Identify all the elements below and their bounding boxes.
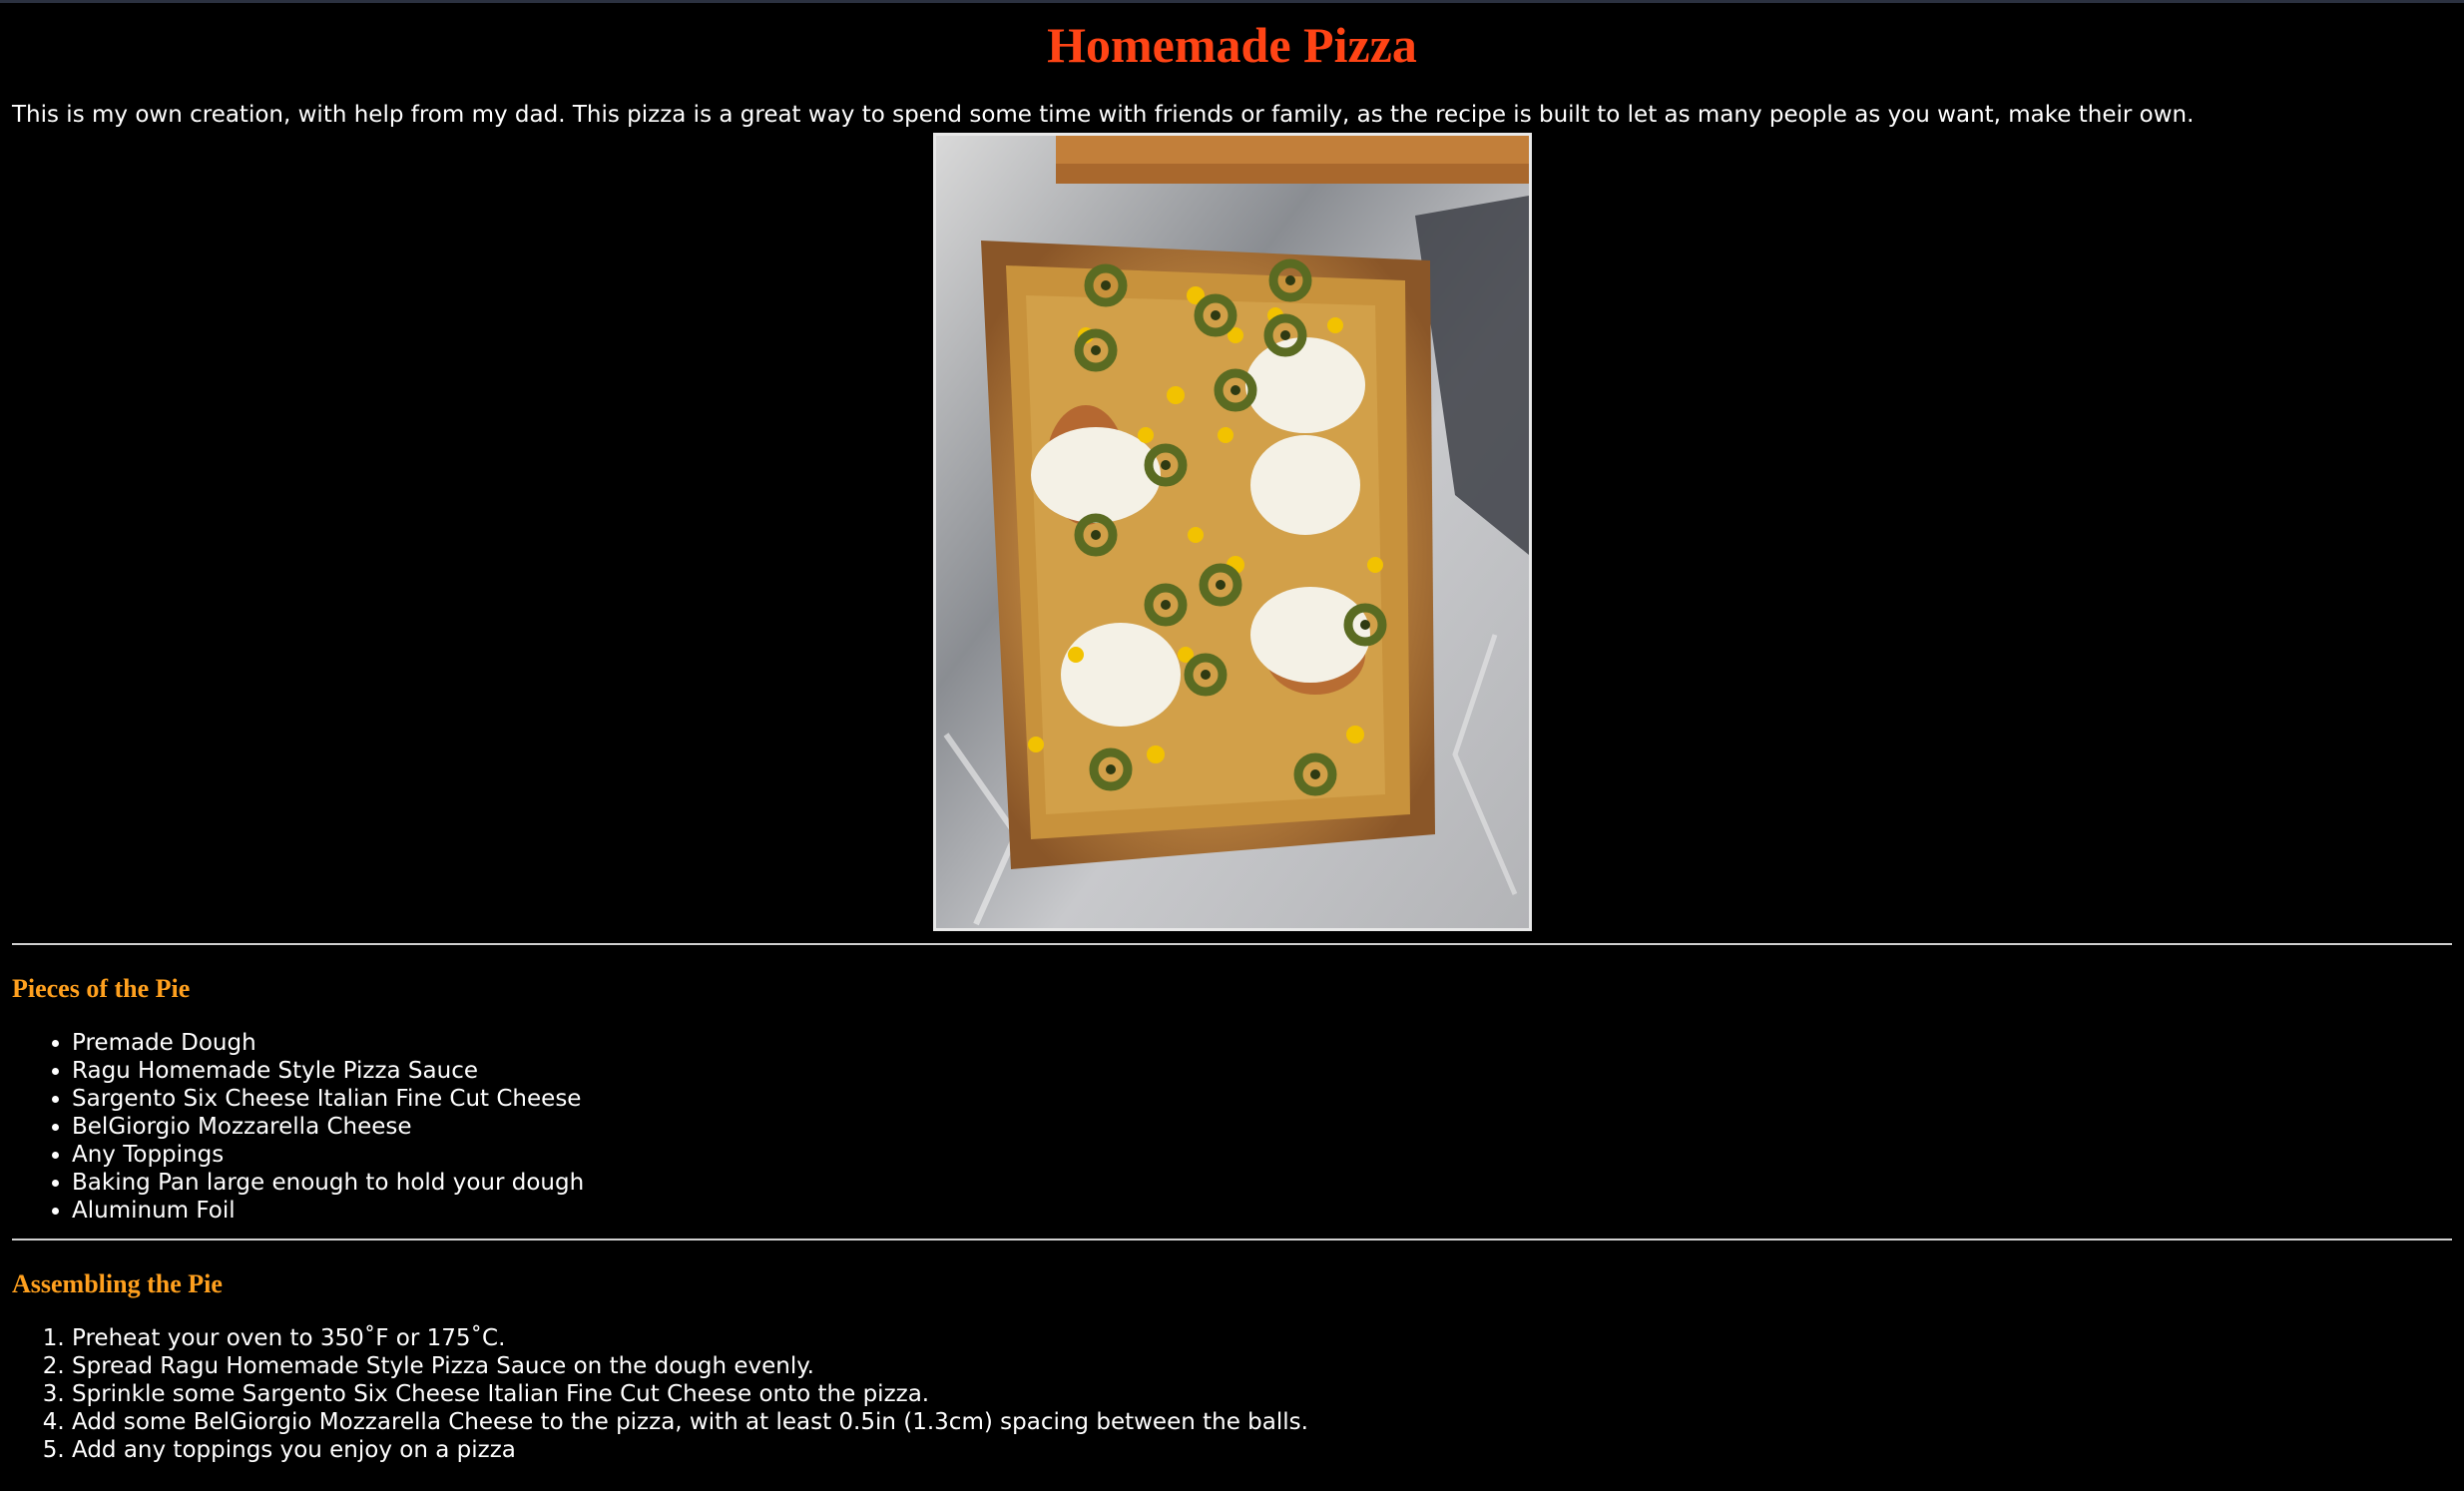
pizza-photo	[932, 133, 1532, 931]
ingredients-heading: Pieces of the Pie	[12, 974, 191, 1003]
ingredient-item: Aluminum Foil	[72, 1197, 2452, 1225]
ingredient-item: BelGiorgio Mozzarella Cheese	[72, 1113, 2452, 1141]
steps-list: Preheat your oven to 350˚F or 175˚C. Spr…	[12, 1324, 2452, 1464]
step-item: Sprinkle some Sargento Six Cheese Italia…	[72, 1380, 2452, 1408]
intro-paragraph: This is my own creation, with help from …	[12, 102, 2195, 128]
ingredient-item: Baking Pan large enough to hold your dou…	[72, 1169, 2452, 1197]
ingredient-item: Premade Dough	[72, 1029, 2452, 1057]
divider	[12, 943, 2452, 945]
pizza-illustration	[935, 136, 1529, 928]
ingredient-item: Sargento Six Cheese Italian Fine Cut Che…	[72, 1085, 2452, 1113]
ingredients-list: Premade Dough Ragu Homemade Style Pizza …	[12, 1029, 2452, 1225]
ingredient-item: Any Toppings	[72, 1141, 2452, 1169]
page-title: Homemade Pizza	[1047, 17, 1417, 73]
step-item: Add any toppings you enjoy on a pizza	[72, 1436, 2452, 1464]
divider	[12, 1239, 2452, 1241]
step-item: Preheat your oven to 350˚F or 175˚C.	[72, 1324, 2452, 1352]
step-item: Spread Ragu Homemade Style Pizza Sauce o…	[72, 1352, 2452, 1380]
steps-heading: Assembling the Pie	[12, 1269, 223, 1298]
step-item: Add some BelGiorgio Mozzarella Cheese to…	[72, 1408, 2452, 1436]
ingredient-item: Ragu Homemade Style Pizza Sauce	[72, 1057, 2452, 1085]
photo-container	[12, 133, 2452, 931]
